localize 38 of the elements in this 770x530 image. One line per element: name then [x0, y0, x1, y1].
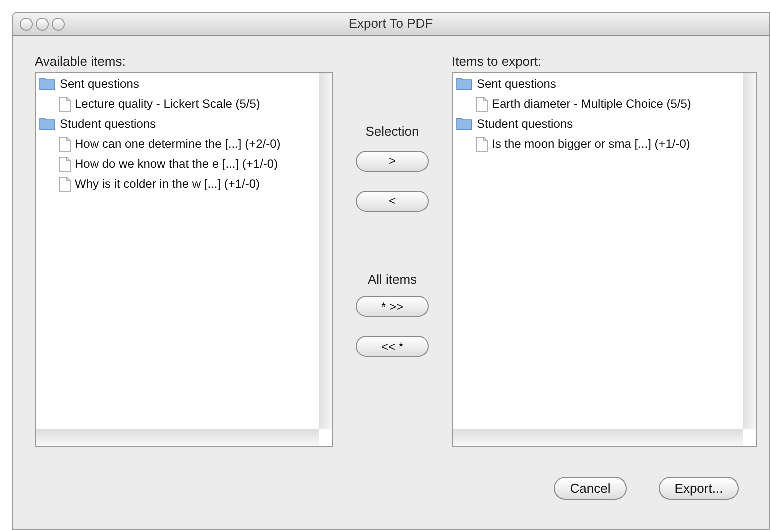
section-label: All items	[368, 270, 418, 288]
document-icon	[59, 136, 71, 152]
zoom-button[interactable]	[52, 18, 65, 30]
list-label: Items to export:	[452, 53, 543, 71]
folder-item[interactable]: Student questions	[477, 115, 574, 133]
question-item[interactable]: How can one determine the [...] (+2/-0)	[75, 135, 281, 153]
move-all-button[interactable]: * >>	[356, 296, 429, 317]
document-icon	[59, 96, 71, 112]
move-button[interactable]: <	[356, 190, 429, 212]
list-label: Available items:	[35, 53, 127, 71]
question-item[interactable]: Lecture quality - Lickert Scale (5/5)	[75, 95, 260, 113]
folder-item[interactable]: Sent questions	[477, 75, 556, 93]
minimize-button[interactable]	[36, 18, 49, 30]
document-icon	[59, 176, 71, 192]
horizontal-scrollbar[interactable]	[453, 429, 743, 446]
folder-item[interactable]: Student questions	[60, 115, 156, 133]
folder-icon	[39, 117, 56, 131]
folder-icon	[456, 117, 473, 131]
vertical-scrollbar[interactable]	[319, 73, 332, 429]
vertical-scrollbar[interactable]	[743, 73, 756, 429]
folder-item[interactable]: Sent questions	[60, 75, 140, 93]
cancel-button[interactable]: Cancel	[554, 477, 627, 500]
question-item[interactable]: How do we know that the e [...] (+1/-0)	[75, 155, 278, 173]
question-item[interactable]: Is the moon bigger or sma [...] (+1/-0)	[492, 135, 690, 153]
close-button[interactable]	[20, 18, 33, 30]
window-title: Export To PDF	[348, 15, 434, 34]
document-icon	[59, 156, 71, 172]
horizontal-scrollbar[interactable]	[36, 429, 319, 446]
question-item[interactable]: Why is it colder in the w [...] (+1/-0)	[75, 175, 260, 193]
section-label: Selection	[366, 123, 420, 141]
document-icon	[476, 96, 488, 112]
question-item[interactable]: Earth diameter - Multiple Choice (5/5)	[492, 95, 692, 113]
move-button[interactable]: >	[356, 150, 429, 172]
document-icon	[476, 136, 488, 152]
move-all-button[interactable]: << *	[356, 336, 429, 357]
folder-icon	[39, 77, 56, 91]
export-button[interactable]: Export...	[659, 477, 739, 500]
folder-icon	[456, 77, 473, 91]
